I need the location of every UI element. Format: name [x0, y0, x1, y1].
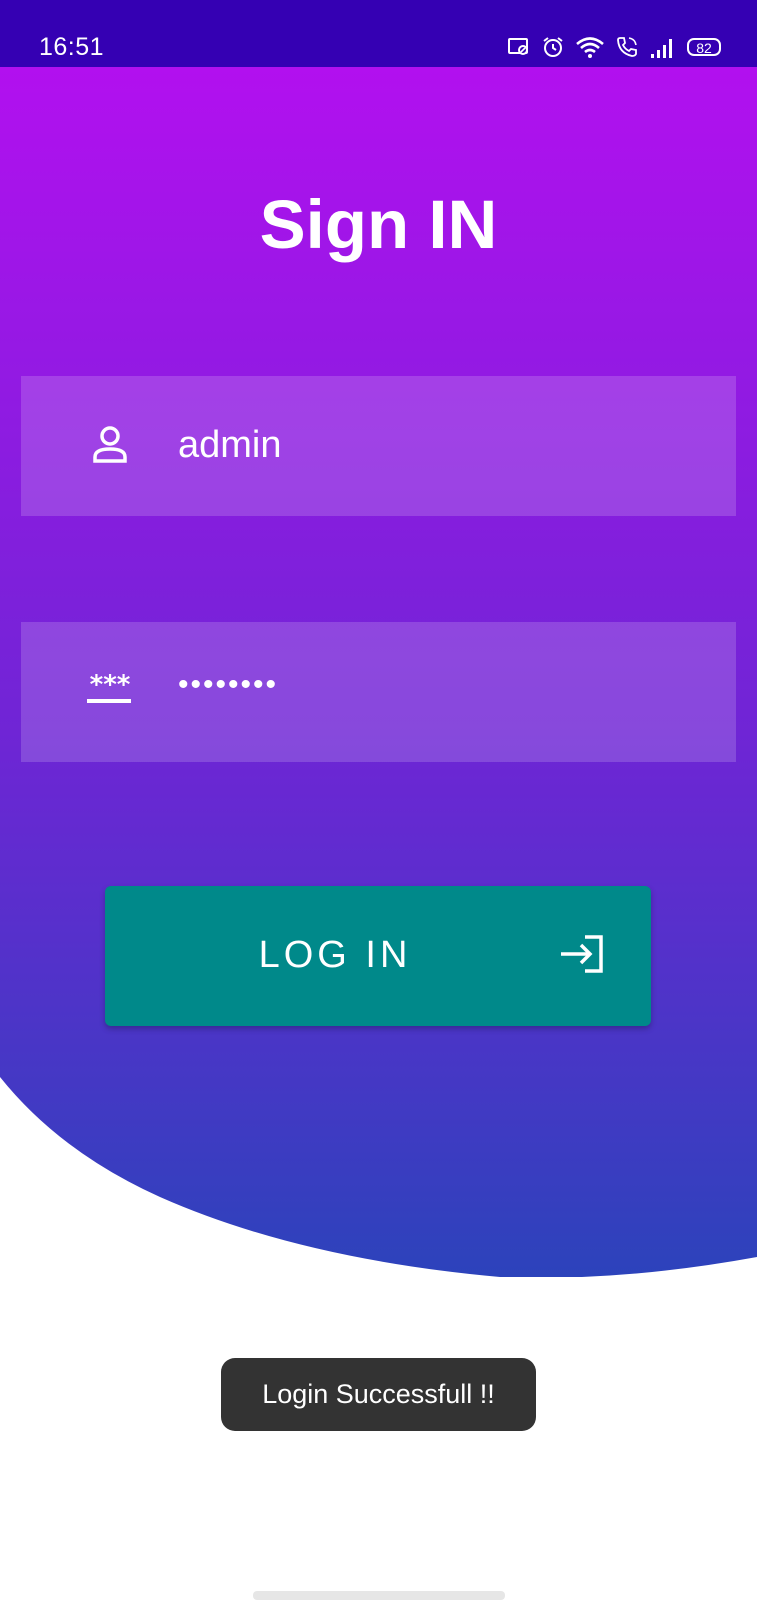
login-arrow-icon [557, 929, 607, 984]
wifi-icon [575, 35, 605, 59]
cast-icon [507, 36, 531, 58]
username-field[interactable]: admin [21, 376, 736, 516]
status-icons: 82 [507, 32, 721, 62]
call-icon [615, 35, 639, 59]
status-bar: 16:51 82 [0, 0, 757, 67]
svg-text:***: *** [90, 670, 131, 700]
status-time: 16:51 [39, 33, 105, 61]
login-button[interactable]: LOG IN [105, 886, 651, 1026]
navigation-handle[interactable] [253, 1591, 505, 1600]
password-input[interactable]: •••••••• [178, 668, 278, 702]
username-input[interactable]: admin [178, 424, 282, 467]
signal-icon [649, 35, 677, 59]
password-field[interactable]: *** •••••••• [21, 622, 736, 762]
login-button-label: LOG IN [258, 934, 412, 976]
person-icon [85, 421, 135, 471]
password-icon: *** [85, 666, 135, 716]
battery-icon: 82 [687, 38, 721, 56]
page-title: Sign IN [259, 186, 498, 263]
toast-message: Login Successfull !! [221, 1358, 536, 1431]
alarm-icon [541, 35, 565, 59]
